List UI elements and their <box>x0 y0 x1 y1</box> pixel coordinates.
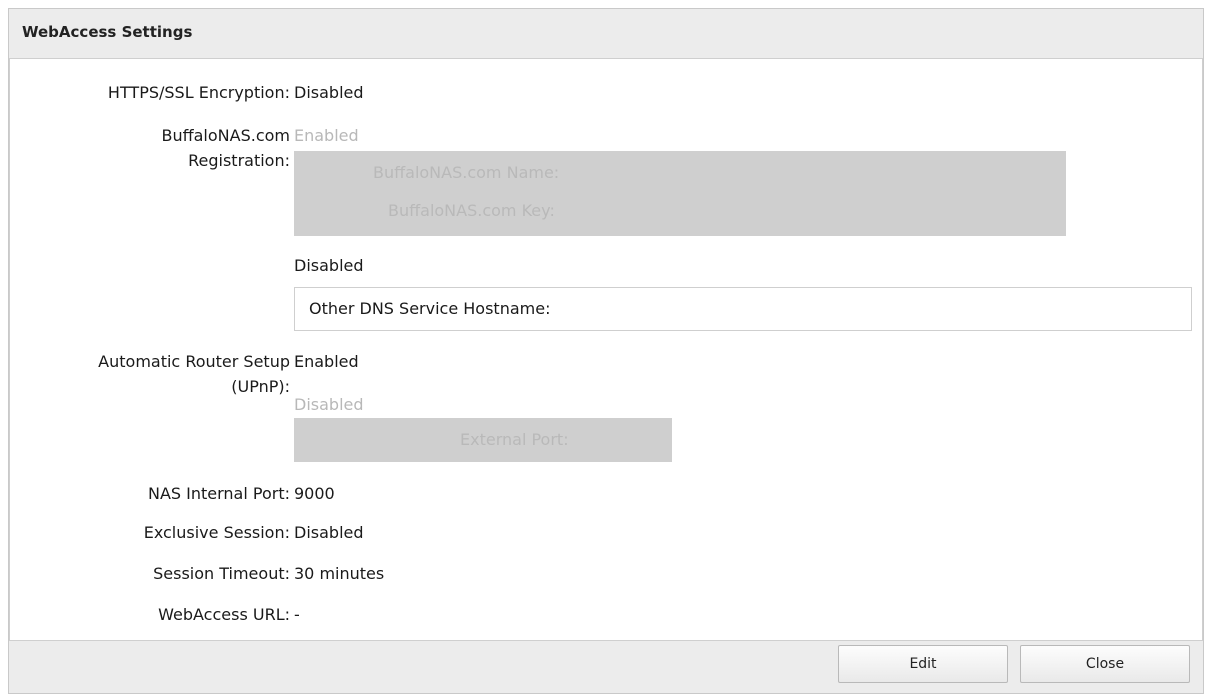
close-button[interactable]: Close <box>1020 645 1190 683</box>
buffalonas-name-field: BuffaloNAS.com Name: <box>373 163 560 182</box>
internal-port-label: NAS Internal Port: <box>147 484 290 503</box>
buffalonas-fields-box: BuffaloNAS.com Name: BuffaloNAS.com Key: <box>294 151 1066 236</box>
webaccess-url-value: - <box>294 605 300 624</box>
buffalonas-label-line1: BuffaloNAS.com <box>161 126 290 145</box>
edit-button[interactable]: Edit <box>838 645 1008 683</box>
upnp-disabled-option: Disabled <box>294 395 364 414</box>
webaccess-url-label: WebAccess URL: <box>158 605 290 624</box>
settings-panel: HTTPS/SSL Encryption: Disabled BuffaloNA… <box>9 58 1203 641</box>
upnp-enabled-option: Enabled <box>294 352 359 371</box>
upnp-label-line2: (UPnP): <box>231 377 290 396</box>
https-value: Disabled <box>294 83 364 102</box>
buffalonas-enabled-option: Enabled <box>294 126 359 145</box>
session-timeout-label: Session Timeout: <box>153 564 290 583</box>
webaccess-settings-dialog: WebAccess Settings HTTPS/SSL Encryption:… <box>8 8 1204 694</box>
buffalonas-key-field: BuffaloNAS.com Key: <box>388 201 555 220</box>
external-port-box: External Port: <box>294 418 672 462</box>
other-dns-hostname-label: Other DNS Service Hostname: <box>309 299 551 318</box>
https-label: HTTPS/SSL Encryption: <box>107 83 290 102</box>
session-timeout-value: 30 minutes <box>294 564 385 583</box>
dialog-title: WebAccess Settings <box>22 23 193 41</box>
internal-port-value: 9000 <box>294 484 335 503</box>
exclusive-session-value: Disabled <box>294 523 364 542</box>
upnp-label-line1: Automatic Router Setup <box>98 352 290 371</box>
other-dns-hostname-box: Other DNS Service Hostname: <box>294 287 1192 331</box>
buffalonas-label-line2: Registration: <box>188 151 290 170</box>
exclusive-session-label: Exclusive Session: <box>143 523 290 542</box>
external-port-field: External Port: <box>460 430 569 449</box>
buffalonas-disabled-option: Disabled <box>294 256 364 275</box>
